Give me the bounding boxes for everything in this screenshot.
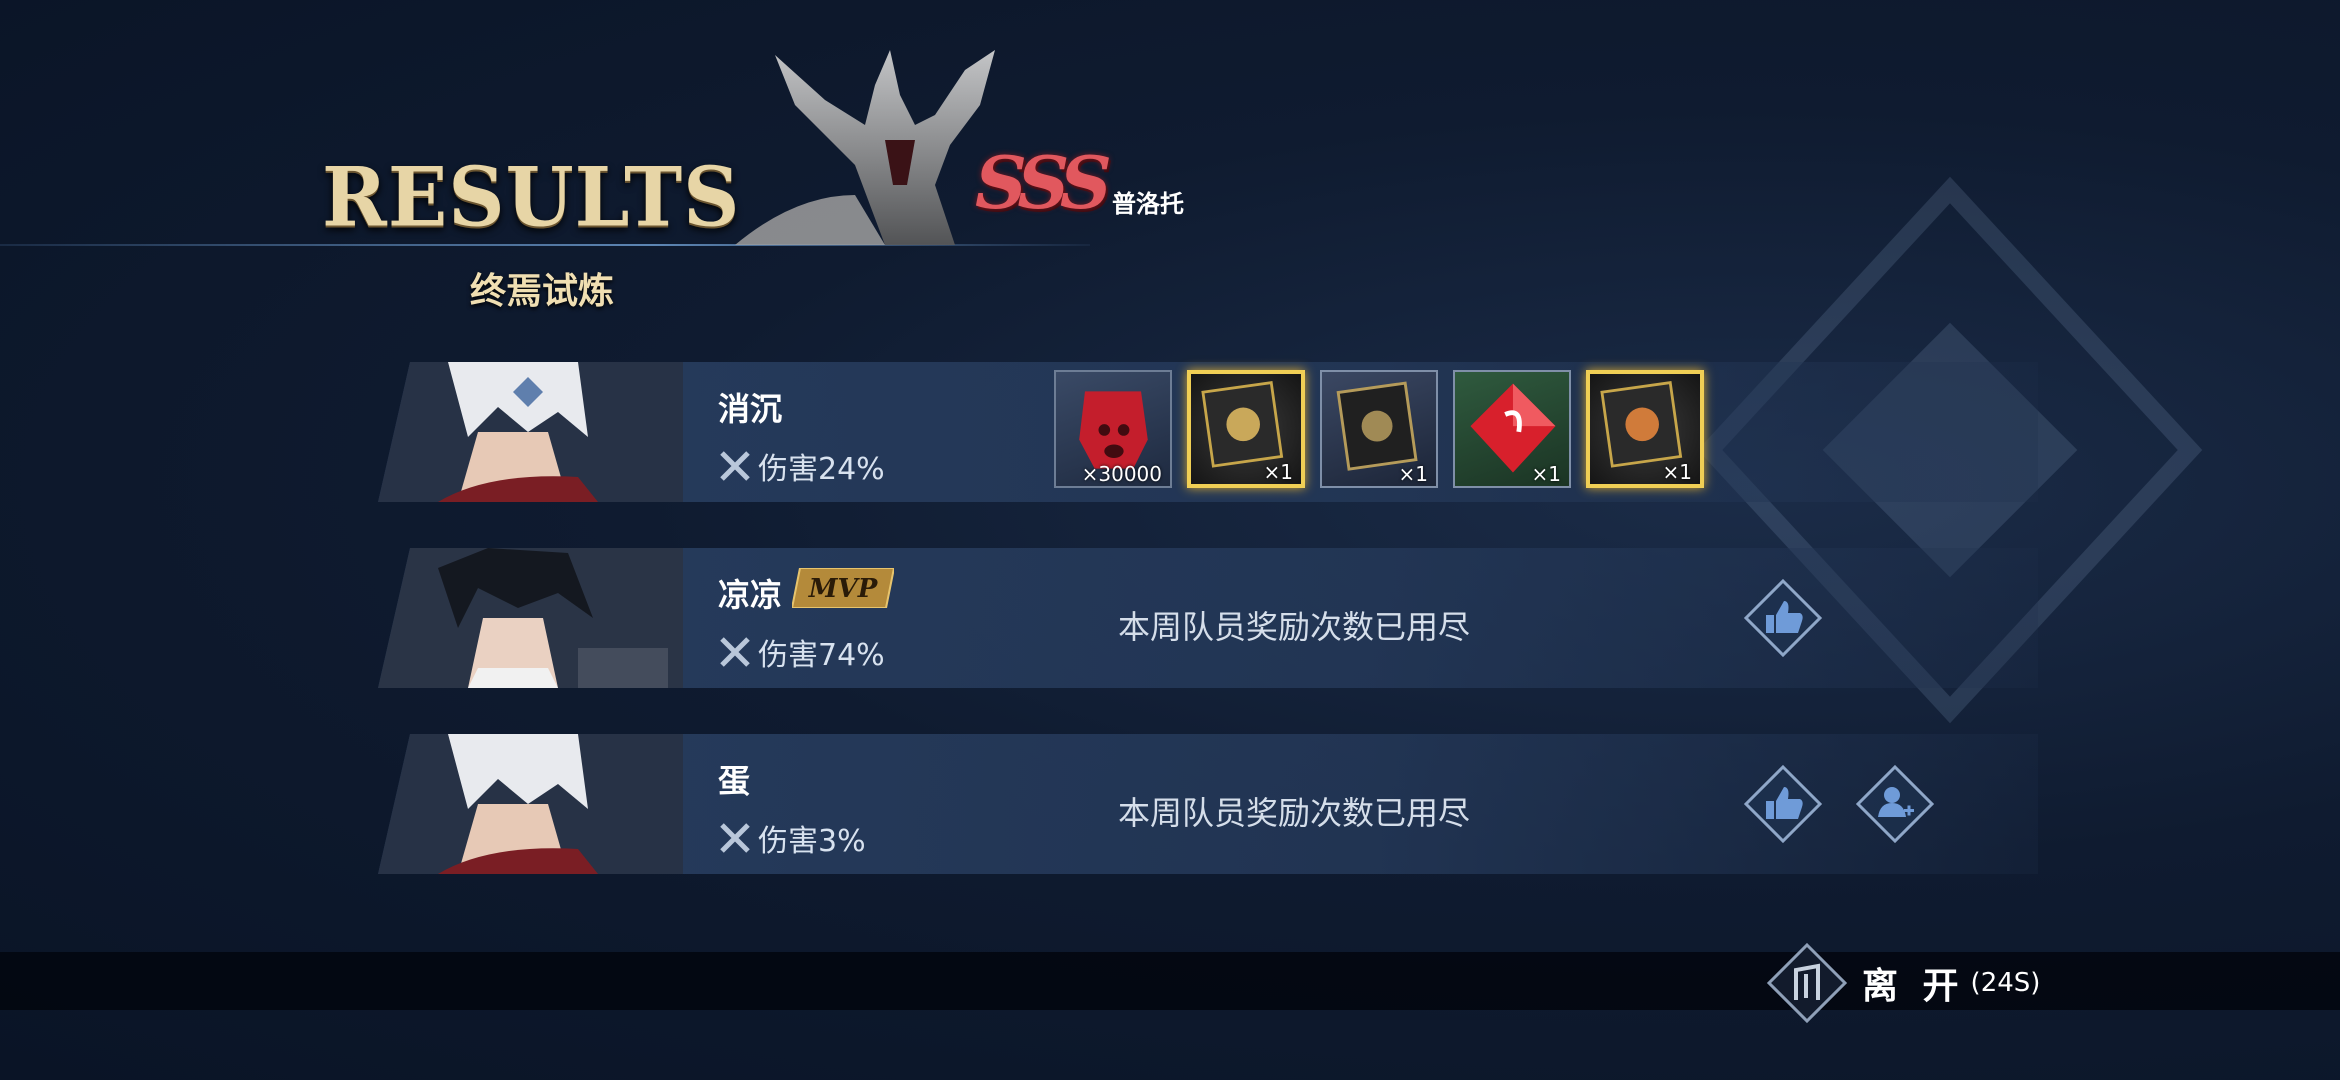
- crossed-swords-icon: [720, 451, 750, 481]
- leave-timer: (24S): [1970, 968, 2041, 998]
- damage-value: 伤害74%: [758, 638, 885, 673]
- add-friend-button[interactable]: [1856, 765, 1934, 843]
- reward-item[interactable]: ×1: [1320, 370, 1438, 488]
- damage-stat: 伤害3%: [718, 816, 866, 860]
- reward-quantity: ×1: [1398, 462, 1428, 486]
- player-name: 消沉: [718, 390, 783, 428]
- crossed-swords-icon: [720, 637, 750, 667]
- damage-value: 伤害3%: [758, 824, 866, 859]
- player-name: 凉凉: [718, 576, 783, 614]
- like-button[interactable]: [1744, 579, 1822, 657]
- leave-label: 离 开: [1862, 966, 1965, 1007]
- reward-quantity: ×1: [1263, 460, 1293, 484]
- reward-item[interactable]: ×1: [1453, 370, 1571, 488]
- damage-value: 伤害24%: [758, 452, 885, 487]
- damage-stat: 伤害24%: [718, 444, 885, 488]
- mvp-label: MVP: [808, 574, 879, 604]
- rank-badge: SSS: [975, 140, 1112, 225]
- player-portrait: [378, 548, 683, 688]
- reward-item[interactable]: ×1: [1187, 370, 1305, 488]
- reward-item[interactable]: ×1: [1586, 370, 1704, 488]
- leave-button[interactable]: 离 开 (24S): [1766, 942, 2040, 1024]
- like-button[interactable]: [1744, 765, 1822, 843]
- reward-item[interactable]: ×30000: [1054, 370, 1172, 488]
- player-row: 凉凉 MVP 伤害74% 本周队员奖励次数已用尽: [378, 548, 2038, 688]
- crossed-swords-icon: [720, 823, 750, 853]
- results-title: RESULTS: [322, 149, 741, 246]
- reward-quantity: ×1: [1662, 460, 1692, 484]
- mode-name: 终焉试炼: [470, 270, 615, 312]
- reward-limit-note: 本周队员奖励次数已用尽: [1118, 608, 1471, 646]
- boss-name: 普洛托: [1112, 190, 1184, 218]
- exit-door-icon: [1766, 942, 1848, 1024]
- reward-quantity: ×1: [1531, 462, 1561, 486]
- reward-list: ×30000 ×1 ×1 ×1 ×1: [1054, 370, 1704, 488]
- reward-limit-note: 本周队员奖励次数已用尽: [1118, 794, 1471, 832]
- damage-stat: 伤害74%: [718, 630, 885, 674]
- mvp-badge: MVP: [792, 568, 894, 608]
- player-portrait: [378, 734, 683, 874]
- player-row: 蛋 伤害3% 本周队员奖励次数已用尽: [378, 734, 2038, 874]
- player-portrait: [378, 362, 683, 502]
- player-name: 蛋: [718, 762, 751, 800]
- reward-quantity: ×30000: [1081, 462, 1162, 486]
